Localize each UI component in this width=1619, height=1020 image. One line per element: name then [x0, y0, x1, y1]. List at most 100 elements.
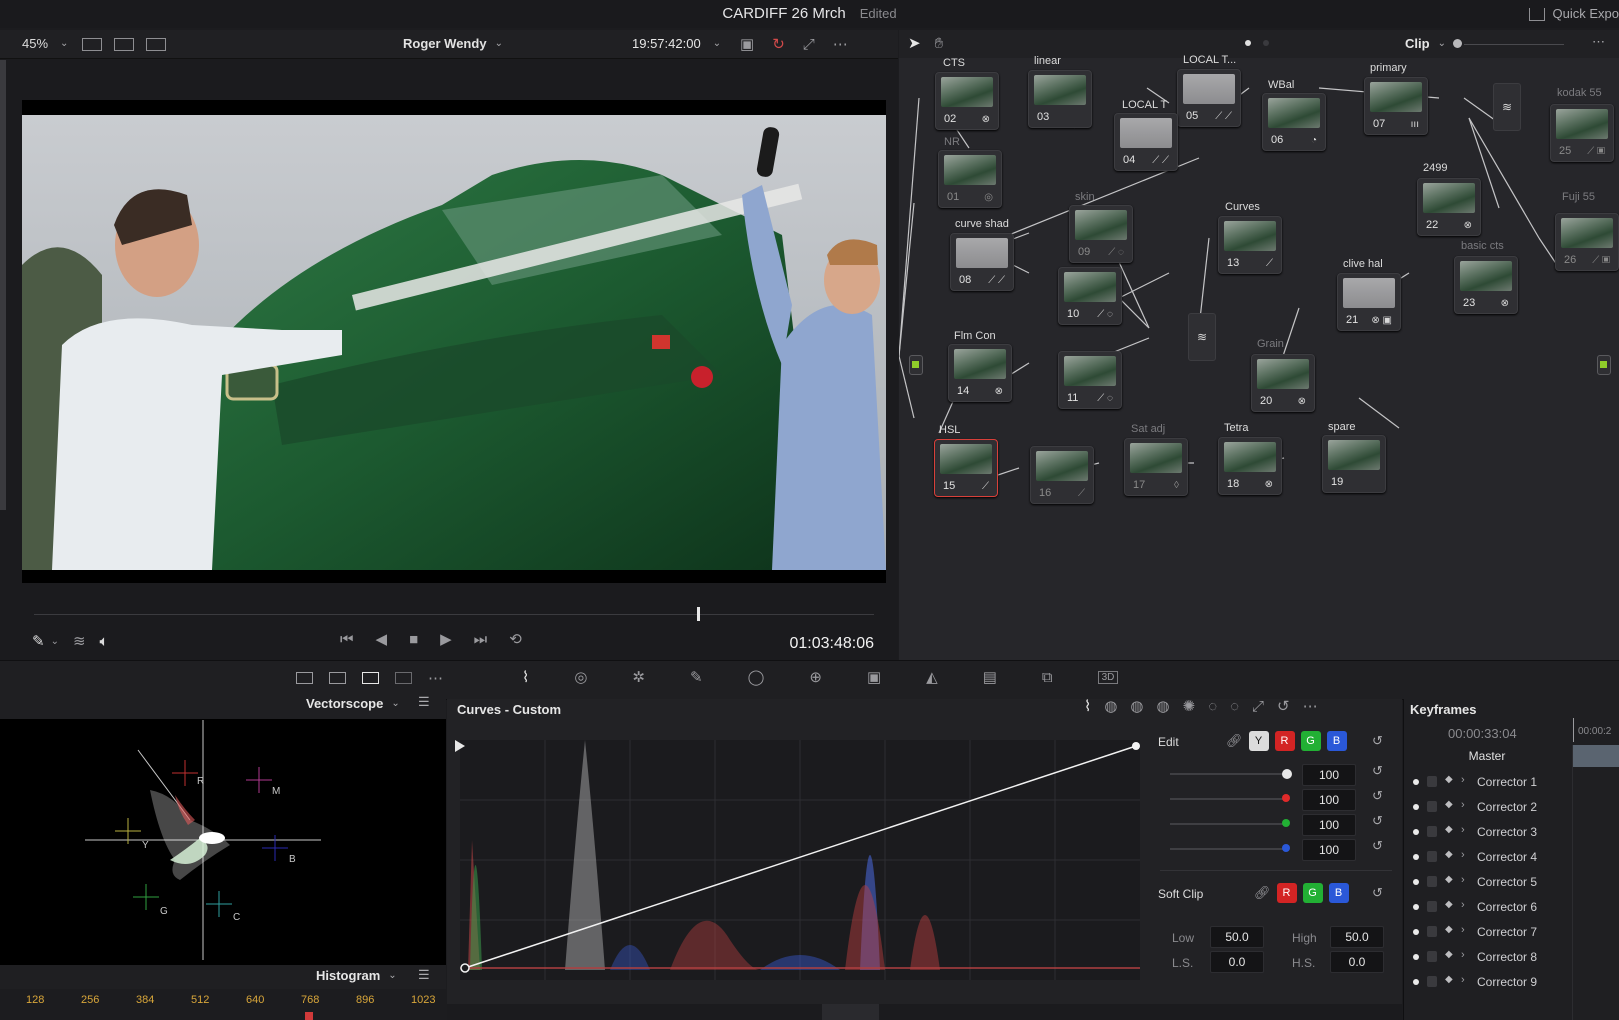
- visibility-dot-icon[interactable]: [1413, 929, 1419, 935]
- eyedropper-icon[interactable]: ✎: [32, 632, 45, 650]
- video-frame[interactable]: [22, 115, 886, 570]
- gallery-refresh-icon[interactable]: ↻: [772, 35, 785, 53]
- softclip-G-button[interactable]: G: [1302, 883, 1323, 903]
- color-page-tab[interactable]: [822, 1004, 879, 1020]
- intensity-G-value[interactable]: 100: [1302, 814, 1356, 836]
- pointer-icon[interactable]: ➤: [908, 34, 921, 52]
- node-20[interactable]: 20 ⊗: [1251, 354, 1315, 412]
- chevron-down-icon[interactable]: ⌄: [51, 636, 59, 647]
- more-options-icon[interactable]: ⋯: [428, 669, 443, 687]
- intensity-slider-G[interactable]: [1170, 823, 1285, 825]
- qualifier-icon[interactable]: ✲: [632, 668, 645, 686]
- chevron-right-icon[interactable]: ›: [1461, 974, 1465, 986]
- node-13[interactable]: 13 ⟋: [1218, 216, 1282, 274]
- intensity-R-value[interactable]: 100: [1302, 789, 1356, 811]
- wipe-viewer-icon[interactable]: [146, 38, 166, 51]
- visibility-dot-icon[interactable]: [1413, 954, 1419, 960]
- channel-R-button[interactable]: R: [1274, 731, 1295, 751]
- node-26[interactable]: 26 ⟋ ▣: [1555, 213, 1619, 271]
- node-17[interactable]: 17 ◊: [1124, 438, 1188, 496]
- histogram-dropdown[interactable]: Histogram ⌄: [316, 968, 397, 983]
- output-node[interactable]: [1597, 355, 1611, 375]
- dual-scope-icon[interactable]: [329, 672, 346, 684]
- single-scope-icon[interactable]: [296, 672, 313, 684]
- more-options-icon[interactable]: ⋯: [1592, 34, 1605, 50]
- speaker-icon[interactable]: 🔈︎: [100, 633, 109, 650]
- chevron-right-icon[interactable]: ›: [1461, 774, 1465, 786]
- scope-settings-icon[interactable]: ☰: [418, 967, 430, 983]
- chevron-right-icon[interactable]: ›: [1461, 799, 1465, 811]
- more-options-icon[interactable]: ⋯: [1303, 697, 1318, 715]
- slider-knob[interactable]: [1282, 769, 1292, 779]
- clip-name-dropdown[interactable]: Roger Wendy ⌄: [403, 36, 503, 51]
- lock-icon[interactable]: [1427, 851, 1437, 862]
- single-viewer-icon[interactable]: [82, 38, 102, 51]
- keyframe-diamond-icon[interactable]: ◆: [1445, 774, 1453, 785]
- reset-icon[interactable]: ↺: [1372, 885, 1383, 901]
- chevron-right-icon[interactable]: ›: [1461, 849, 1465, 861]
- chevron-right-icon[interactable]: ›: [1461, 924, 1465, 936]
- color-warper-icon[interactable]: ◎: [574, 668, 587, 686]
- chevron-right-icon[interactable]: ›: [1461, 824, 1465, 836]
- key-icon[interactable]: ▤: [983, 668, 997, 686]
- curve-black-point[interactable]: [460, 963, 470, 973]
- node-14[interactable]: 14 ⊗: [948, 344, 1012, 402]
- scope-settings-icon[interactable]: ☰: [418, 694, 430, 710]
- visibility-dot-icon[interactable]: [1413, 854, 1419, 860]
- keyframe-row[interactable]: ◆ › Corrector 1: [1403, 770, 1571, 794]
- tracker-icon[interactable]: ⊕: [809, 668, 822, 686]
- keyframe-diamond-icon[interactable]: ◆: [1445, 799, 1453, 810]
- grid-scope-icon[interactable]: [395, 672, 412, 684]
- eyedropper-icon[interactable]: ✎: [690, 668, 703, 686]
- split-viewer-icon[interactable]: [114, 38, 134, 51]
- reset-icon[interactable]: ↺: [1372, 763, 1383, 779]
- node-25[interactable]: 25 ⟋ ▣: [1550, 104, 1614, 162]
- visibility-dot-icon[interactable]: [1413, 979, 1419, 985]
- keyframe-row[interactable]: ◆ › Corrector 5: [1403, 870, 1571, 894]
- node-04[interactable]: 04 ⟋ ⟋: [1114, 113, 1178, 171]
- layer-mixer-node[interactable]: ≋: [1493, 83, 1521, 131]
- keyframe-playhead[interactable]: [1573, 718, 1574, 742]
- custom-curve-icon[interactable]: ⌇: [1084, 697, 1091, 715]
- node-09[interactable]: 09 ⟋ ◌: [1069, 205, 1133, 263]
- loop-icon[interactable]: ⟲: [509, 630, 522, 648]
- hue-vs-lum-icon[interactable]: ◍: [1157, 697, 1170, 715]
- node-03[interactable]: 03: [1028, 70, 1092, 128]
- softclip-B-button[interactable]: B: [1328, 883, 1349, 903]
- node-zoom-slider[interactable]: [1464, 44, 1564, 45]
- lock-icon[interactable]: [1427, 926, 1437, 937]
- node-05[interactable]: 05 ⟋ ⟋: [1177, 69, 1241, 127]
- keyframe-diamond-icon[interactable]: ◆: [1445, 849, 1453, 860]
- lock-icon[interactable]: [1427, 776, 1437, 787]
- reset-icon[interactable]: ↺: [1372, 788, 1383, 804]
- more-options-icon[interactable]: ⋯: [833, 35, 848, 53]
- curves-palette-icon[interactable]: ⌇: [522, 668, 529, 686]
- node-02[interactable]: 02 ⊗: [935, 72, 999, 130]
- slider-knob[interactable]: [1282, 794, 1290, 802]
- keyframe-row[interactable]: ◆ › Corrector 3: [1403, 820, 1571, 844]
- video-format-icon[interactable]: ▣: [740, 35, 754, 53]
- visibility-dot-icon[interactable]: [1413, 779, 1419, 785]
- chevron-right-icon[interactable]: ›: [1461, 899, 1465, 911]
- visibility-dot-icon[interactable]: [1413, 804, 1419, 810]
- stop-icon[interactable]: ■: [409, 631, 418, 648]
- slider-knob[interactable]: [1282, 819, 1290, 827]
- softclip-R-button[interactable]: R: [1276, 883, 1297, 903]
- reset-icon[interactable]: ↺: [1372, 813, 1383, 829]
- blur-icon[interactable]: ◭: [926, 668, 938, 686]
- node-10[interactable]: 10 ⟋ ◌: [1058, 267, 1122, 325]
- keyframe-row[interactable]: ◆ › Corrector 2: [1403, 795, 1571, 819]
- keyframe-diamond-icon[interactable]: ◆: [1445, 949, 1453, 960]
- node-11[interactable]: 11 ⟋ ◌: [1058, 351, 1122, 409]
- link-icon[interactable]: 🔗︎: [1254, 885, 1271, 901]
- layers-icon[interactable]: ≋: [73, 632, 86, 650]
- curve-white-point[interactable]: [1132, 742, 1140, 750]
- channel-Y-button[interactable]: Y: [1248, 731, 1269, 751]
- node-01[interactable]: 01 ◎: [938, 150, 1002, 208]
- keyframe-diamond-icon[interactable]: ◆: [1445, 899, 1453, 910]
- fullscreen-icon[interactable]: ⤢: [803, 36, 815, 53]
- keyframe-row[interactable]: ◆ › Corrector 4: [1403, 845, 1571, 869]
- master-keyframe-track[interactable]: [1573, 745, 1619, 767]
- reset-icon[interactable]: ↺: [1372, 838, 1383, 854]
- timeline-scrubber[interactable]: [34, 614, 874, 615]
